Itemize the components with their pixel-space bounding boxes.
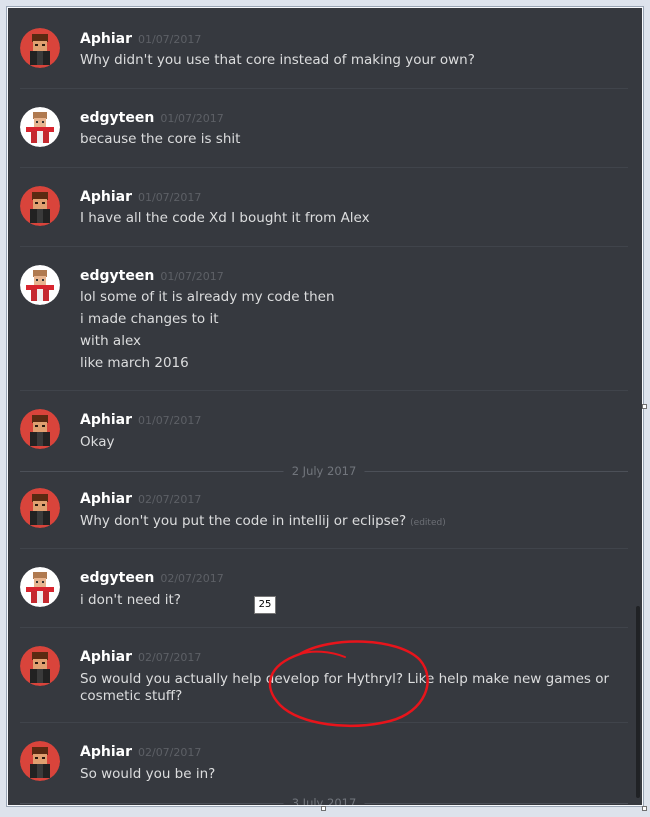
timestamp: 02/07/2017 — [160, 572, 224, 585]
date-divider: 2 July 2017 — [20, 463, 628, 479]
timestamp: 02/07/2017 — [137, 493, 202, 506]
timestamp: 02/07/2017 — [137, 651, 202, 664]
message-divider — [20, 722, 628, 723]
message-text: i don't need it? — [80, 592, 181, 608]
chat-messages-area: Aphiar 01/07/2017 Why didn't you use that… — [8, 8, 642, 805]
username[interactable]: Aphiar — [80, 649, 132, 665]
message-text: like march 2016 — [80, 355, 189, 371]
aphiar-avatar[interactable] — [20, 409, 60, 449]
count-tooltip: 25 — [254, 596, 276, 614]
date-divider-label: 2 July 2017 — [283, 464, 365, 478]
message-text: Why don't you put the code in intellij o… — [80, 510, 446, 534]
aphiar-avatar[interactable] — [20, 646, 60, 686]
resize-handle[interactable] — [321, 806, 326, 811]
message-text-content: Why don't you put the code in intellij o… — [80, 513, 407, 529]
timestamp: 01/07/2017 — [137, 33, 202, 46]
edgyteen-avatar[interactable] — [20, 567, 60, 607]
resize-handle[interactable] — [642, 806, 647, 811]
username[interactable]: Aphiar — [80, 31, 132, 47]
username[interactable]: Aphiar — [80, 491, 132, 507]
edited-tag: (edited) — [410, 518, 446, 528]
timestamp: 01/07/2017 — [160, 112, 224, 125]
message-text: i made changes to it — [80, 311, 219, 327]
message-divider — [20, 246, 628, 247]
username[interactable]: Aphiar — [80, 744, 132, 760]
message-text: Okay — [80, 434, 115, 450]
date-divider-label: 3 July 2017 — [283, 796, 365, 805]
message-text: because the core is shit — [80, 131, 241, 147]
message-text: So would you be in? — [80, 766, 216, 782]
scrollbar-thumb[interactable] — [636, 606, 640, 798]
timestamp: 01/07/2017 — [160, 270, 224, 283]
date-divider: 3 July 2017 — [20, 795, 628, 805]
message-divider — [20, 627, 628, 628]
timestamp: 01/07/2017 — [137, 414, 202, 427]
message-divider — [20, 548, 628, 549]
resize-handle[interactable] — [642, 404, 647, 409]
username[interactable]: edgyteen — [80, 110, 154, 126]
message-text: Why didn't you use that core instead of … — [80, 52, 475, 68]
aphiar-avatar[interactable] — [20, 488, 60, 528]
username[interactable]: edgyteen — [80, 570, 154, 586]
username[interactable]: Aphiar — [80, 412, 132, 428]
aphiar-avatar[interactable] — [20, 186, 60, 226]
message-divider — [20, 390, 628, 391]
message-text: lol some of it is already my code then — [80, 289, 335, 305]
message-text: cosmetic stuff? — [80, 688, 183, 704]
aphiar-avatar[interactable] — [20, 28, 60, 68]
message-divider — [20, 167, 628, 168]
message-divider — [20, 88, 628, 89]
timestamp: 01/07/2017 — [137, 191, 202, 204]
edgyteen-avatar[interactable] — [20, 265, 60, 305]
username[interactable]: Aphiar — [80, 189, 132, 205]
message-text: with alex — [80, 333, 142, 349]
edgyteen-avatar[interactable] — [20, 107, 60, 147]
username[interactable]: edgyteen — [80, 268, 154, 284]
message-text: I have all the code Xd I bought it from … — [80, 210, 370, 226]
aphiar-avatar[interactable] — [20, 741, 60, 781]
timestamp: 02/07/2017 — [137, 746, 202, 759]
